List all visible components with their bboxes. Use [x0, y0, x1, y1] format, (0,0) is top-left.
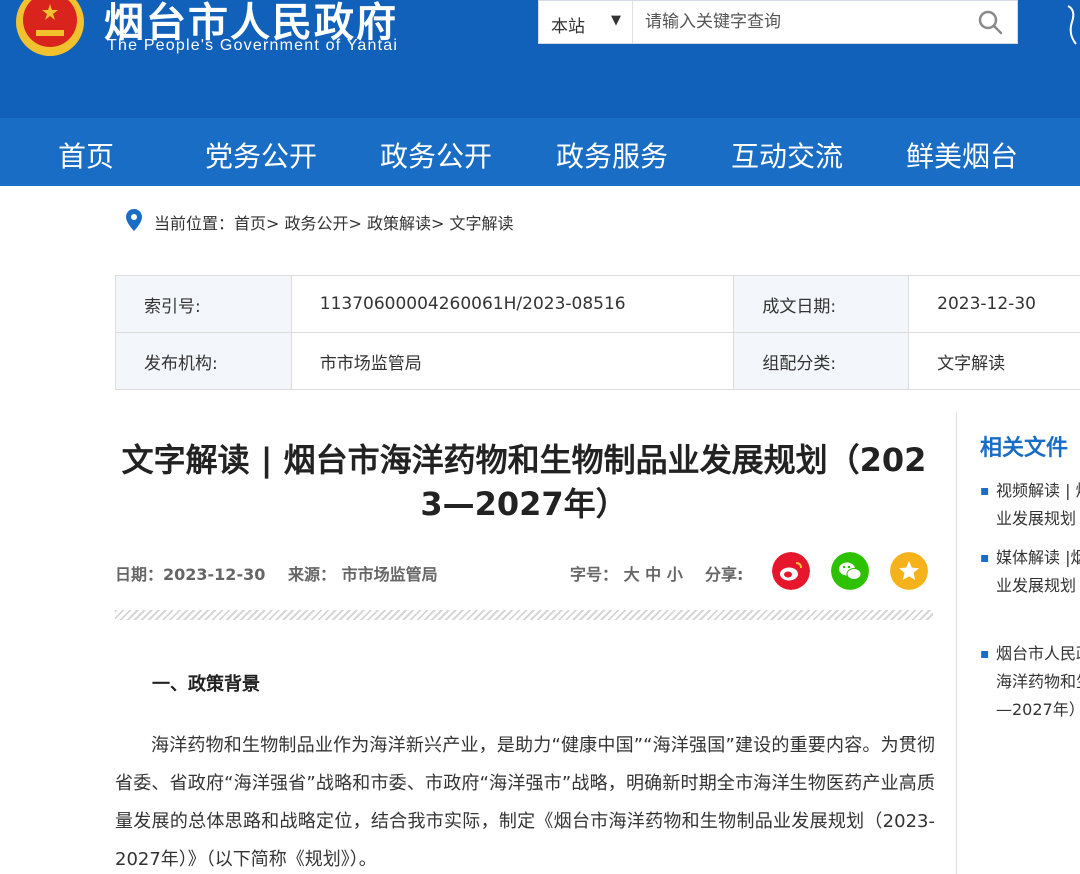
related-files-title: 相关文件 — [980, 436, 1069, 461]
section-heading: 一、政策背景 — [152, 674, 260, 695]
related-file-line: 海洋药物和生 — [996, 672, 1080, 691]
article-info-bar: 日期：2023-12-30 来源： 市市场监管局 字号： 大 中 小 分享: — [115, 552, 933, 592]
search-scope-select[interactable]: 本站 ▼ — [539, 1, 633, 43]
breadcrumb-text[interactable]: 当前位置：首页> 政务公开> 政策解读> 文字解读 — [154, 210, 513, 234]
dropdown-arrow-icon: ▼ — [611, 13, 621, 28]
related-file-line: 烟台市人民政 — [996, 644, 1080, 663]
search-box: 本站 ▼ — [538, 0, 1018, 44]
site-header: 烟台市人民政府 The People's Government of Yanta… — [0, 0, 1080, 118]
font-size-control[interactable]: 字号： 大 中 小 — [570, 561, 683, 585]
related-file-line: 业发展规划 — [996, 576, 1077, 595]
document-meta-table: 索引号: 11370600004260061H/2023-08516 成文日期:… — [115, 275, 1080, 390]
nav-item-interaction[interactable]: 互动交流 — [731, 135, 843, 175]
search-input[interactable] — [635, 3, 965, 41]
nav-item-party-affairs[interactable]: 党务公开 — [205, 135, 317, 175]
bullet-icon: ▪ — [980, 646, 990, 662]
date-label: 成文日期: — [733, 275, 910, 333]
article-source: 来源： 市市场监管局 — [288, 565, 438, 584]
related-file-line: 业发展规划（ — [996, 509, 1080, 528]
category-label: 组配分类: — [733, 332, 910, 390]
related-file-line: 媒体解读 |烟 — [996, 548, 1080, 567]
article-title-line-2: 3—2027年） — [420, 485, 628, 523]
related-file-item[interactable]: ▪ 烟台市人民政 海洋药物和生 —2027年） — [980, 640, 1080, 724]
publisher-value: 市市场监管局 — [290, 332, 735, 390]
nav-item-home[interactable]: 首页 — [58, 135, 114, 175]
related-file-line: 视频解读 | 烟 — [996, 481, 1080, 500]
index-label: 索引号: — [115, 275, 292, 333]
nav-item-government-affairs[interactable]: 政务公开 — [380, 135, 492, 175]
article-paragraph: 海洋药物和生物制品业作为海洋新兴产业，是助力“健康中国”“海洋强国”建设的重要内… — [115, 735, 935, 870]
category-value: 文字解读 — [908, 332, 1080, 390]
table-row: 索引号: 11370600004260061H/2023-08516 成文日期:… — [115, 275, 1080, 333]
sidebar-divider — [956, 412, 957, 874]
main-nav: 首页 党务公开 政务公开 政务服务 互动交流 鲜美烟台 — [0, 118, 1080, 186]
national-emblem-icon[interactable] — [8, 0, 92, 62]
related-file-item[interactable]: ▪ 媒体解读 |烟 业发展规划 — [980, 544, 1080, 600]
article-divider — [115, 610, 933, 620]
side-logo-icon[interactable] — [1064, 0, 1080, 50]
search-scope-label: 本站 — [551, 17, 585, 37]
table-row: 发布机构: 市市场监管局 组配分类: 文字解读 — [115, 332, 1080, 390]
nav-item-services[interactable]: 政务服务 — [556, 135, 668, 175]
date-value: 2023-12-30 — [908, 275, 1080, 333]
article-title: 文字解读 | 烟台市海洋药物和生物制品业发展规划（202 3—2027年） — [115, 438, 933, 526]
share-label: 分享: — [705, 565, 744, 584]
wechat-share-icon[interactable] — [831, 552, 869, 590]
search-icon[interactable] — [977, 9, 1003, 35]
nav-item-yantai[interactable]: 鲜美烟台 — [906, 135, 1018, 175]
bullet-icon: ▪ — [980, 483, 990, 499]
index-value: 11370600004260061H/2023-08516 — [290, 275, 735, 333]
weibo-share-icon[interactable] — [772, 552, 810, 590]
article-title-line-1: 文字解读 | 烟台市海洋药物和生物制品业发展规划（202 — [121, 441, 927, 479]
related-file-item[interactable]: ▪ 视频解读 | 烟 业发展规划（ — [980, 477, 1080, 533]
location-pin-icon — [126, 209, 142, 231]
publisher-label: 发布机构: — [115, 332, 292, 390]
favorite-share-icon[interactable] — [890, 552, 928, 590]
related-file-line: —2027年） — [996, 700, 1080, 719]
bullet-icon: ▪ — [980, 550, 990, 566]
article-date: 日期：2023-12-30 — [115, 565, 266, 584]
site-subtitle: The People's Government of Yantai — [107, 37, 399, 54]
